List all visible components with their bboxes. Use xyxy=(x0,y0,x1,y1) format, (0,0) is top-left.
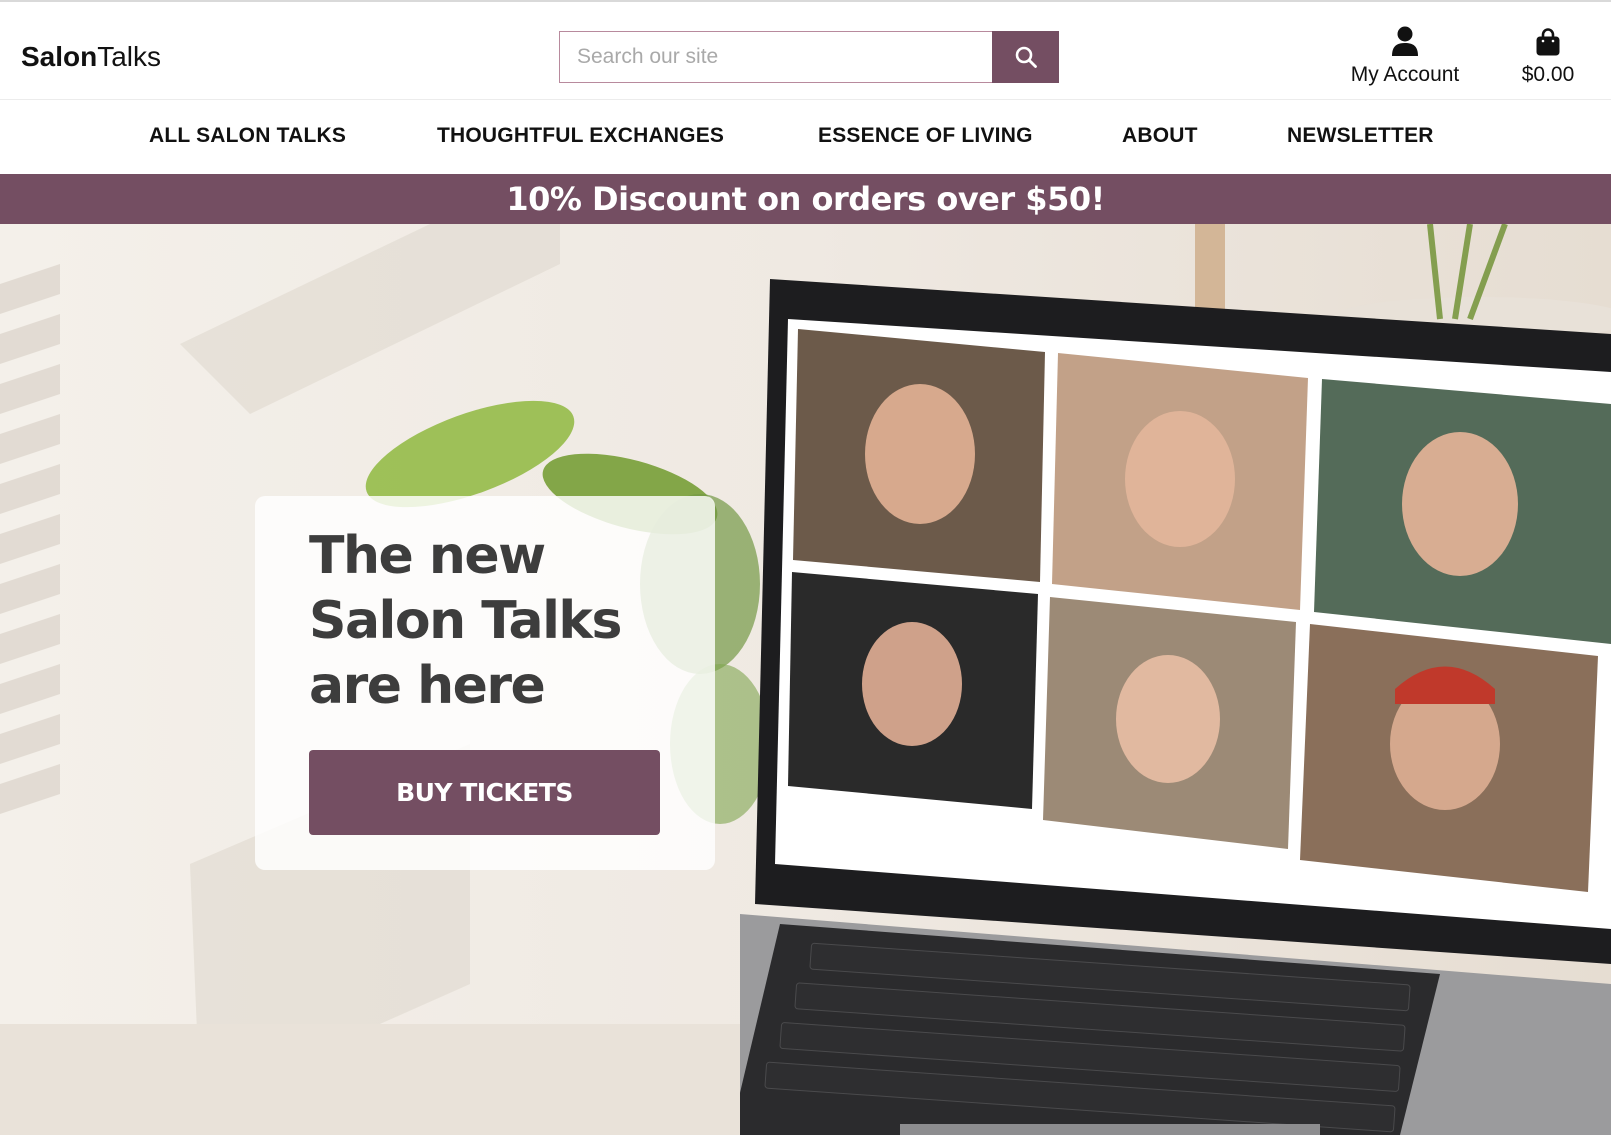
site-logo[interactable]: SalonTalks xyxy=(21,40,161,74)
logo-bold-text: Salon xyxy=(21,41,98,72)
site-header: SalonTalks My Account xyxy=(0,0,1611,100)
hero-title-line-3: are here xyxy=(309,656,546,716)
my-account-label: My Account xyxy=(1350,63,1460,86)
nav-item-all-salon-talks[interactable]: ALL SALON TALKS xyxy=(149,124,346,148)
promo-banner: 10% Discount on orders over $50! xyxy=(0,174,1611,224)
cart-total: $0.00 xyxy=(1521,63,1575,86)
my-account-link[interactable]: My Account xyxy=(1340,24,1470,88)
search-input[interactable] xyxy=(559,31,992,83)
search-button[interactable] xyxy=(992,31,1059,83)
hero-title-line-2: Salon Talks xyxy=(309,591,622,651)
main-nav: ALL SALON TALKS THOUGHTFUL EXCHANGES ESS… xyxy=(0,100,1611,174)
cart-link[interactable]: $0.00 xyxy=(1508,24,1588,88)
nav-item-thoughtful-exchanges[interactable]: THOUGHTFUL EXCHANGES xyxy=(437,124,724,148)
search-icon xyxy=(1015,46,1037,68)
hero-card: The new Salon Talks are here BUY TICKETS xyxy=(255,496,715,870)
user-icon xyxy=(1392,26,1418,56)
shopping-bag-icon xyxy=(1536,28,1560,56)
hero-section: The new Salon Talks are here BUY TICKETS xyxy=(0,224,1611,1135)
nav-item-essence-of-living[interactable]: ESSENCE OF LIVING xyxy=(818,124,1033,148)
buy-tickets-button[interactable]: BUY TICKETS xyxy=(309,750,660,835)
hero-title: The new Salon Talks are here xyxy=(309,524,689,719)
nav-item-newsletter[interactable]: NEWSLETTER xyxy=(1287,124,1434,148)
laptop-illustration xyxy=(740,279,1611,1135)
search-form xyxy=(559,31,1059,83)
hero-title-line-1: The new xyxy=(309,526,546,586)
logo-regular-text: Talks xyxy=(97,41,162,72)
nav-item-about[interactable]: ABOUT xyxy=(1122,124,1198,148)
